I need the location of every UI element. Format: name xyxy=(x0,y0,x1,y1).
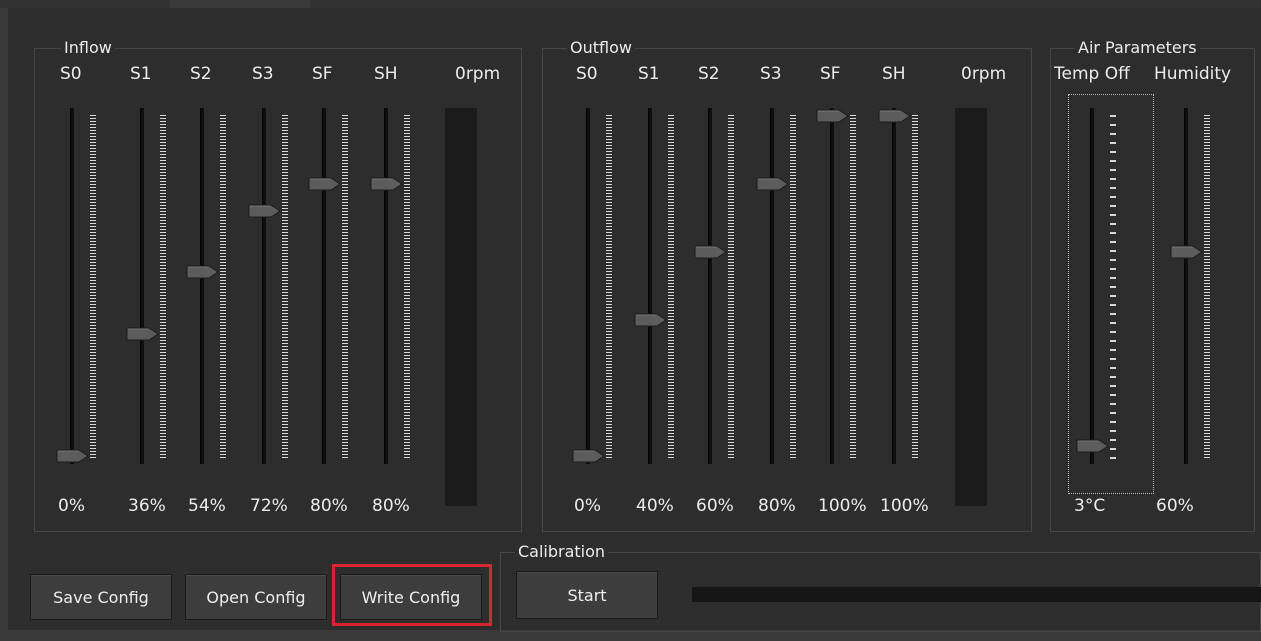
outflow-s1-label: S1 xyxy=(638,64,660,84)
outflow-sf-value: 100% xyxy=(818,496,867,516)
inflow-rpm-label: 0rpm xyxy=(455,64,501,84)
inflow-s3-value: 72% xyxy=(250,496,288,516)
inflow-s3-slider-groove[interactable] xyxy=(262,108,266,464)
outflow-s0-value: 0% xyxy=(574,496,601,516)
inflow-title: Inflow xyxy=(61,38,115,58)
outflow-s0-slider-groove[interactable] xyxy=(586,108,590,464)
inflow-sh-value: 80% xyxy=(372,496,410,516)
inflow-s0-value: 0% xyxy=(58,496,85,516)
inflow-s2-tick-marks xyxy=(220,115,226,459)
outflow-s1-value: 40% xyxy=(636,496,674,516)
temp-off-slider-groove[interactable] xyxy=(1090,108,1094,464)
outflow-s2-slider-groove[interactable] xyxy=(708,108,712,464)
humidity-tick-marks xyxy=(1204,115,1210,459)
inflow-sf-slider-handle[interactable] xyxy=(308,176,342,192)
outflow-s2-slider-handle[interactable] xyxy=(694,244,728,260)
outflow-title: Outflow xyxy=(567,38,635,58)
write-config-highlight xyxy=(332,564,492,626)
open-config-button[interactable]: Open Config xyxy=(185,574,327,620)
inflow-s1-label: S1 xyxy=(130,64,152,84)
inflow-rpm-meter xyxy=(445,108,477,506)
inflow-s0-slider-handle[interactable] xyxy=(56,448,90,464)
calibration-progress-bar xyxy=(692,587,1261,602)
inflow-s1-value: 36% xyxy=(128,496,166,516)
active-tab-strip xyxy=(170,0,310,8)
outflow-sf-slider-groove[interactable] xyxy=(830,108,834,464)
inflow-s1-tick-marks xyxy=(160,115,166,459)
humidity-slider-handle[interactable] xyxy=(1170,244,1204,260)
outflow-s0-label: S0 xyxy=(576,64,598,84)
outflow-s0-slider-handle[interactable] xyxy=(572,448,606,464)
outflow-sh-tick-marks xyxy=(912,115,918,459)
inflow-s3-label: S3 xyxy=(252,64,274,84)
inflow-s0-tick-marks xyxy=(90,115,96,459)
humidity-slider-groove[interactable] xyxy=(1184,108,1188,464)
outflow-sf-slider-handle[interactable] xyxy=(816,108,850,124)
temp-value: 3°C xyxy=(1074,496,1106,516)
app-window: Inflow S0 0% S1 36% S2 54% S3 72% SF 80% SH 80% 0rp… xyxy=(0,0,1261,641)
humidity-value: 60% xyxy=(1156,496,1194,516)
outflow-sf-tick-marks xyxy=(850,115,856,459)
inflow-s3-tick-marks xyxy=(282,115,288,459)
start-button[interactable]: Start xyxy=(516,571,658,619)
temp-off-slider-handle[interactable] xyxy=(1076,438,1110,454)
inflow-s0-label: S0 xyxy=(60,64,82,84)
save-config-button[interactable]: Save Config xyxy=(30,574,172,620)
top-strip xyxy=(0,0,1261,8)
inflow-s1-slider-groove[interactable] xyxy=(140,108,144,464)
outflow-sh-slider-handle[interactable] xyxy=(878,108,912,124)
outflow-sf-label: SF xyxy=(820,64,841,84)
outflow-sh-label: SH xyxy=(882,64,906,84)
outflow-s0-tick-marks xyxy=(606,115,612,459)
temp-off-label: Temp Off xyxy=(1054,64,1130,84)
inflow-sf-slider-groove[interactable] xyxy=(322,108,326,464)
inflow-sf-tick-marks xyxy=(342,115,348,459)
inflow-s2-slider-handle[interactable] xyxy=(186,264,220,280)
outflow-s3-slider-groove[interactable] xyxy=(770,108,774,464)
outflow-s1-slider-handle[interactable] xyxy=(634,312,668,328)
outflow-s1-slider-groove[interactable] xyxy=(648,108,652,464)
inflow-sf-value: 80% xyxy=(310,496,348,516)
inflow-s3-slider-handle[interactable] xyxy=(248,203,282,219)
inflow-s2-value: 54% xyxy=(188,496,226,516)
outflow-rpm-label: 0rpm xyxy=(961,64,1007,84)
temp-off-tick-marks xyxy=(1110,115,1116,459)
inflow-s2-slider-groove[interactable] xyxy=(200,108,204,464)
inflow-s1-slider-handle[interactable] xyxy=(126,326,160,342)
outflow-s2-value: 60% xyxy=(696,496,734,516)
outflow-s3-slider-handle[interactable] xyxy=(756,176,790,192)
outflow-sh-value: 100% xyxy=(880,496,929,516)
outflow-s3-value: 80% xyxy=(758,496,796,516)
outflow-s1-tick-marks xyxy=(668,115,674,459)
inflow-s2-label: S2 xyxy=(190,64,212,84)
humidity-label: Humidity xyxy=(1154,64,1232,84)
outflow-s3-label: S3 xyxy=(760,64,782,84)
outflow-s3-tick-marks xyxy=(790,115,796,459)
inflow-sh-tick-marks xyxy=(404,115,410,459)
inflow-sh-slider-handle[interactable] xyxy=(370,176,404,192)
outflow-s2-label: S2 xyxy=(698,64,720,84)
calibration-title: Calibration xyxy=(515,542,609,562)
air-parameters-title: Air Parameters xyxy=(1075,38,1200,58)
inflow-sh-label: SH xyxy=(374,64,398,84)
inflow-sf-label: SF xyxy=(312,64,333,84)
outflow-s2-tick-marks xyxy=(728,115,734,459)
outflow-sh-slider-groove[interactable] xyxy=(892,108,896,464)
outflow-rpm-meter xyxy=(955,108,987,506)
inflow-sh-slider-groove[interactable] xyxy=(384,108,388,464)
inflow-s0-slider-groove[interactable] xyxy=(70,108,74,464)
